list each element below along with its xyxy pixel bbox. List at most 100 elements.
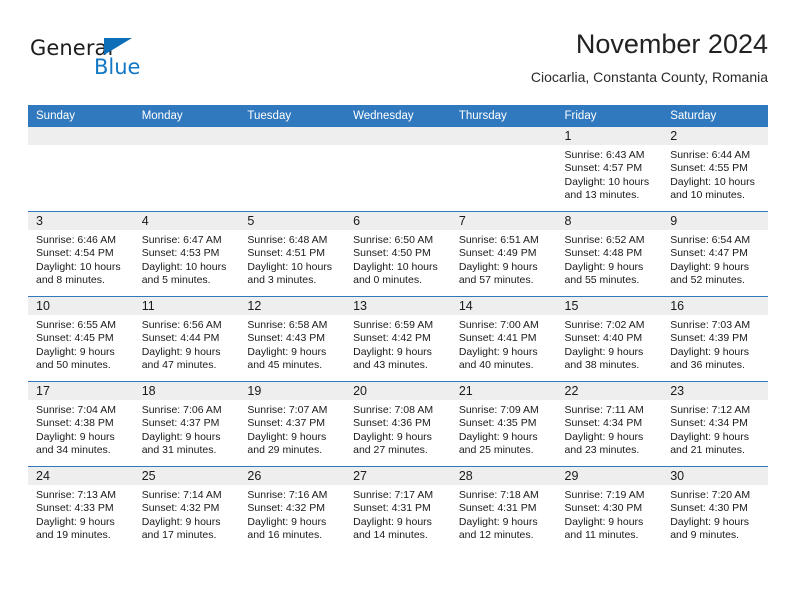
daylight-text-line2: and 19 minutes. (36, 529, 111, 542)
daylight-text-line2: and 8 minutes. (36, 274, 105, 287)
calendar-week-row: 1 Sunrise: 6:43 AM Sunset: 4:57 PM Dayli… (28, 127, 768, 212)
daylight-text-line1: Daylight: 9 hours (36, 515, 115, 528)
sunrise-text: Sunrise: 7:14 AM (141, 489, 222, 501)
daylight-text-line1: Daylight: 10 hours (36, 260, 121, 273)
sunrise-text: Sunrise: 7:03 AM (670, 319, 751, 331)
daylight-text-line2: and 3 minutes. (247, 274, 317, 287)
day-cell[interactable]: 17 Sunrise: 7:04 AM Sunset: 4:38 PM Dayl… (28, 381, 134, 467)
sunset-text: Sunset: 4:32 PM (141, 502, 220, 515)
sunset-text: Sunset: 4:40 PM (564, 332, 643, 345)
day-number: 12 (239, 297, 346, 315)
day-cell[interactable]: 5 Sunrise: 6:48 AM Sunset: 4:51 PM Dayli… (239, 211, 346, 297)
day-cell[interactable]: 21 Sunrise: 7:09 AM Sunset: 4:35 PM Dayl… (450, 381, 557, 467)
day-info: Sunrise: 7:14 AM Sunset: 4:32 PM Dayligh… (134, 485, 240, 543)
calendar-week-row: 17 Sunrise: 7:04 AM Sunset: 4:38 PM Dayl… (28, 381, 768, 467)
day-cell[interactable]: 24 Sunrise: 7:13 AM Sunset: 4:33 PM Dayl… (28, 466, 134, 551)
weekday-header-saturday: Saturday (662, 105, 768, 127)
daylight-text-line2: and 0 minutes. (353, 274, 422, 287)
day-info: Sunrise: 6:52 AM Sunset: 4:48 PM Dayligh… (557, 230, 663, 288)
day-number (133, 127, 240, 145)
day-cell[interactable]: 25 Sunrise: 7:14 AM Sunset: 4:32 PM Dayl… (133, 466, 240, 551)
sunset-text: Sunset: 4:54 PM (36, 247, 114, 260)
day-cell[interactable]: 12 Sunrise: 6:58 AM Sunset: 4:43 PM Dayl… (239, 296, 346, 382)
day-cell[interactable]: 14 Sunrise: 7:00 AM Sunset: 4:41 PM Dayl… (450, 296, 557, 382)
day-cell[interactable]: 22 Sunrise: 7:11 AM Sunset: 4:34 PM Dayl… (556, 381, 663, 467)
daylight-text-line1: Daylight: 10 hours (564, 175, 650, 188)
sunrise-text: Sunrise: 7:04 AM (36, 404, 116, 416)
daylight-text-line2: and 5 minutes. (141, 274, 211, 287)
day-number: 13 (345, 297, 451, 315)
day-cell[interactable]: 10 Sunrise: 6:55 AM Sunset: 4:45 PM Dayl… (28, 296, 134, 382)
sunset-text: Sunset: 4:50 PM (353, 247, 431, 260)
sunset-text: Sunset: 4:33 PM (36, 502, 114, 515)
sunrise-text: Sunrise: 6:50 AM (353, 234, 434, 246)
sunset-text: Sunset: 4:35 PM (458, 417, 537, 430)
sunset-text: Sunset: 4:49 PM (458, 247, 537, 260)
day-cell[interactable]: 23 Sunrise: 7:12 AM Sunset: 4:34 PM Dayl… (662, 381, 768, 467)
day-number: 5 (239, 212, 346, 230)
day-cell[interactable]: 6 Sunrise: 6:50 AM Sunset: 4:50 PM Dayli… (345, 211, 451, 297)
sunset-text: Sunset: 4:43 PM (247, 332, 326, 345)
day-info: Sunrise: 7:16 AM Sunset: 4:32 PM Dayligh… (239, 485, 345, 543)
day-info: Sunrise: 6:58 AM Sunset: 4:43 PM Dayligh… (239, 315, 345, 373)
sunrise-text: Sunrise: 6:51 AM (458, 234, 539, 246)
day-number: 1 (556, 127, 663, 145)
day-info: Sunrise: 7:19 AM Sunset: 4:30 PM Dayligh… (557, 485, 663, 543)
calendar-body: 1 Sunrise: 6:43 AM Sunset: 4:57 PM Dayli… (28, 127, 768, 551)
day-info: Sunrise: 7:07 AM Sunset: 4:37 PM Dayligh… (239, 400, 345, 458)
day-number: 11 (133, 297, 240, 315)
day-cell[interactable]: 16 Sunrise: 7:03 AM Sunset: 4:39 PM Dayl… (662, 296, 768, 382)
daylight-text-line1: Daylight: 9 hours (458, 345, 538, 358)
day-number: 23 (662, 382, 768, 400)
daylight-text-line1: Daylight: 9 hours (353, 515, 432, 528)
day-number (345, 127, 451, 145)
sunrise-text: Sunrise: 7:12 AM (670, 404, 751, 416)
day-info: Sunrise: 7:11 AM Sunset: 4:34 PM Dayligh… (557, 400, 663, 458)
sunrise-text: Sunrise: 6:43 AM (564, 149, 645, 161)
day-info: Sunrise: 6:56 AM Sunset: 4:44 PM Dayligh… (134, 315, 240, 373)
day-cell[interactable]: 18 Sunrise: 7:06 AM Sunset: 4:37 PM Dayl… (133, 381, 240, 467)
day-cell[interactable]: 28 Sunrise: 7:18 AM Sunset: 4:31 PM Dayl… (450, 466, 557, 551)
sunset-text: Sunset: 4:47 PM (670, 247, 748, 260)
day-cell[interactable]: 30 Sunrise: 7:20 AM Sunset: 4:30 PM Dayl… (662, 466, 768, 551)
sunset-text: Sunset: 4:39 PM (670, 332, 748, 345)
sunset-text: Sunset: 4:30 PM (670, 502, 748, 515)
day-cell[interactable]: 2 Sunrise: 6:44 AM Sunset: 4:55 PM Dayli… (662, 127, 768, 212)
day-number: 2 (662, 127, 768, 145)
sunrise-text: Sunrise: 6:59 AM (353, 319, 434, 331)
daylight-text-line1: Daylight: 9 hours (564, 515, 644, 528)
day-cell[interactable]: 3 Sunrise: 6:46 AM Sunset: 4:54 PM Dayli… (28, 211, 134, 297)
sunset-text: Sunset: 4:53 PM (141, 247, 220, 260)
day-number: 14 (450, 297, 557, 315)
day-cell[interactable]: 9 Sunrise: 6:54 AM Sunset: 4:47 PM Dayli… (662, 211, 768, 297)
daylight-text-line1: Daylight: 9 hours (247, 345, 327, 358)
day-cell[interactable]: 13 Sunrise: 6:59 AM Sunset: 4:42 PM Dayl… (345, 296, 451, 382)
day-cell[interactable]: 29 Sunrise: 7:19 AM Sunset: 4:30 PM Dayl… (556, 466, 663, 551)
day-number: 9 (662, 212, 768, 230)
sunrise-text: Sunrise: 6:48 AM (247, 234, 328, 246)
day-info: Sunrise: 6:48 AM Sunset: 4:51 PM Dayligh… (239, 230, 345, 288)
day-cell[interactable]: 26 Sunrise: 7:16 AM Sunset: 4:32 PM Dayl… (239, 466, 346, 551)
day-cell[interactable]: 1 Sunrise: 6:43 AM Sunset: 4:57 PM Dayli… (556, 127, 663, 212)
general-blue-logo[interactable]: General Blue (30, 36, 200, 84)
day-info: Sunrise: 7:09 AM Sunset: 4:35 PM Dayligh… (451, 400, 557, 458)
day-cell[interactable]: 20 Sunrise: 7:08 AM Sunset: 4:36 PM Dayl… (345, 381, 451, 467)
day-info: Sunrise: 6:54 AM Sunset: 4:47 PM Dayligh… (662, 230, 768, 288)
day-cell[interactable]: 4 Sunrise: 6:47 AM Sunset: 4:53 PM Dayli… (133, 211, 240, 297)
daylight-text-line2: and 21 minutes. (670, 444, 745, 457)
location-subtitle: Ciocarlia, Constanta County, Romania (530, 69, 768, 85)
sunrise-text: Sunrise: 7:06 AM (141, 404, 222, 416)
day-info: Sunrise: 7:20 AM Sunset: 4:30 PM Dayligh… (662, 485, 768, 543)
day-number: 17 (28, 382, 134, 400)
sunset-text: Sunset: 4:41 PM (458, 332, 537, 345)
sunrise-text: Sunrise: 6:55 AM (36, 319, 116, 331)
day-cell[interactable]: 27 Sunrise: 7:17 AM Sunset: 4:31 PM Dayl… (345, 466, 451, 551)
day-cell[interactable]: 11 Sunrise: 6:56 AM Sunset: 4:44 PM Dayl… (133, 296, 240, 382)
day-cell[interactable]: 7 Sunrise: 6:51 AM Sunset: 4:49 PM Dayli… (450, 211, 557, 297)
day-cell[interactable]: 19 Sunrise: 7:07 AM Sunset: 4:37 PM Dayl… (239, 381, 346, 467)
day-number: 18 (133, 382, 240, 400)
day-cell[interactable]: 8 Sunrise: 6:52 AM Sunset: 4:48 PM Dayli… (556, 211, 663, 297)
weekday-header-wednesday: Wednesday (345, 105, 451, 127)
calendar-week-row: 10 Sunrise: 6:55 AM Sunset: 4:45 PM Dayl… (28, 296, 768, 382)
day-cell[interactable]: 15 Sunrise: 7:02 AM Sunset: 4:40 PM Dayl… (556, 296, 663, 382)
